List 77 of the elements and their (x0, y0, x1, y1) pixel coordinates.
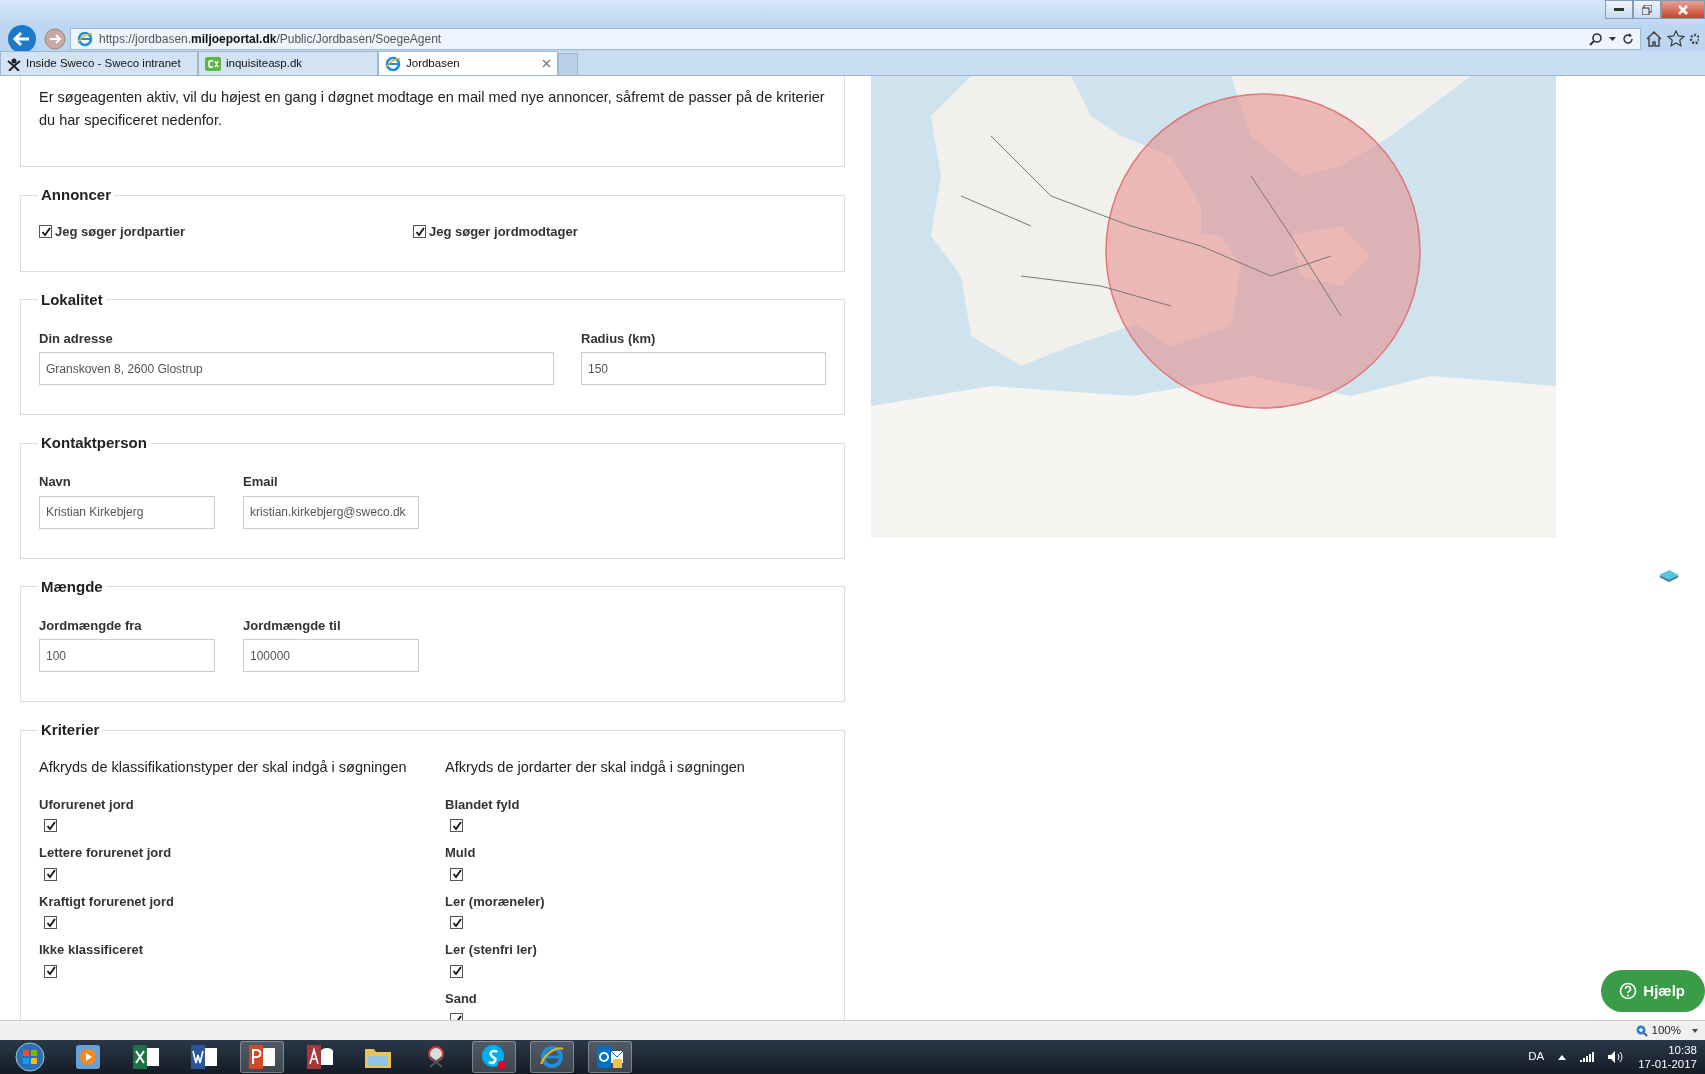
up-arrow-icon[interactable] (1558, 1054, 1567, 1060)
help-button[interactable]: Hjælp (1601, 970, 1705, 1012)
zoom-level[interactable]: 100% (1651, 1021, 1681, 1040)
field-label: Radius (km) (581, 329, 657, 348)
checkbox[interactable] (413, 225, 426, 239)
close-button[interactable] (1661, 0, 1705, 19)
search-icon[interactable] (1589, 32, 1603, 46)
question-icon (1619, 982, 1638, 1000)
field-label: Navn (39, 473, 72, 491)
instruction-text: Afkryds de klassifikationstyper der skal indgå i søgningen (39, 758, 408, 777)
section-title: Kriterier (40, 721, 101, 739)
page-icon (385, 55, 401, 72)
signal-icon[interactable] (1580, 1052, 1595, 1062)
section-title: Mængde (40, 577, 104, 596)
field-label: Jordmængde til (243, 616, 342, 635)
checkbox[interactable] (44, 964, 57, 978)
section-title: Kontaktperson (40, 434, 148, 452)
browser-tab[interactable]: Jordbasen (378, 51, 558, 75)
close-icon[interactable] (542, 59, 551, 68)
tab-site-icon (205, 56, 221, 71)
person-icon (7, 56, 21, 71)
section-title: Lokalitet (40, 290, 104, 309)
input-field[interactable]: 100000 (243, 639, 419, 672)
checkbox-label: Ikke klassificeret (39, 941, 145, 960)
restore-icon[interactable] (1642, 4, 1652, 15)
checkbox-label: Ler (stenfri ler) (445, 941, 538, 960)
volume-icon[interactable] (1608, 1051, 1625, 1063)
forward-button[interactable] (44, 28, 66, 50)
checkbox[interactable] (450, 964, 463, 978)
language-indicator[interactable]: DA (1528, 1048, 1545, 1066)
intro-text: Er søgeagenten aktiv, vil du højest en gang i døgnet modtage en mail med nye annoncer, såfremt de passer på de kriterier du har specificeret nedenfor. (39, 88, 826, 130)
browser-app-icon[interactable] (530, 1041, 574, 1073)
caret-icon[interactable] (1609, 37, 1616, 41)
instruction-text: Afkryds de jordarter der skal indgå i søgningen (445, 758, 746, 777)
checkbox[interactable] (450, 819, 463, 833)
home-icon[interactable] (1645, 30, 1663, 48)
layers-icon[interactable] (1657, 569, 1681, 585)
address-bar[interactable]: https://jordbasen.miljoeportal.dk/Public/Jordbasen/SoegeAgent (70, 28, 1641, 50)
page-icon (77, 31, 93, 47)
presentation-app-icon[interactable] (240, 1041, 284, 1073)
checkbox[interactable] (44, 867, 57, 881)
input-field[interactable]: 100 (39, 639, 215, 672)
checkbox-label: Kraftigt forurenet jord (39, 892, 176, 911)
input-field[interactable]: 150 (581, 352, 826, 385)
chat-app-icon[interactable] (472, 1041, 516, 1073)
browser-tab[interactable]: inquisiteasp.dk (198, 51, 378, 75)
zoom-icon[interactable] (1635, 1024, 1648, 1037)
field-label: Din adresse (39, 329, 114, 348)
minimize-icon[interactable] (1614, 7, 1624, 12)
checkbox[interactable] (450, 867, 463, 881)
checkbox-label: Jeg søger jordmodtager (429, 223, 578, 241)
refresh-icon[interactable] (1622, 33, 1634, 45)
checkbox-label: Jeg søger jordpartier (55, 223, 186, 241)
checkbox-label: Lettere forurenet jord (39, 844, 173, 863)
mail-app-icon[interactable] (588, 1041, 632, 1073)
clock-time[interactable]: 10:38 (1668, 1043, 1697, 1057)
minimize-button[interactable] (1605, 0, 1633, 19)
checkbox[interactable] (44, 819, 57, 833)
checkbox[interactable] (44, 916, 57, 930)
star-icon[interactable] (1667, 30, 1685, 48)
checkbox-label: Uforurenet jord (39, 795, 135, 814)
checkbox-label: Muld (445, 844, 477, 863)
field-label: Email (243, 473, 279, 491)
clock-date[interactable]: 17-01-2017 (1638, 1057, 1697, 1071)
input-field[interactable]: kristian.kirkebjerg@sweco.dk (243, 495, 419, 529)
checkbox-label: Sand (445, 989, 478, 1008)
checkbox-label: Blandet fyld (445, 795, 521, 814)
input-field[interactable]: Kristian Kirkebjerg (39, 495, 215, 529)
section-title: Annoncer (40, 186, 112, 204)
url-text: https://jordbasen.miljoeportal.dk/Public/Jordbasen/SoegeAgent (99, 31, 442, 48)
checkbox[interactable] (450, 916, 463, 930)
checkbox[interactable] (39, 225, 52, 239)
field-label: Jordmængde fra (39, 616, 143, 635)
checkbox-label: Ler (moræneler) (445, 892, 546, 911)
browser-tab[interactable]: Inside Sweco - Sweco intranet (0, 51, 198, 75)
input-field[interactable]: Granskoven 8, 2600 Glostrup (39, 352, 554, 385)
restore-button[interactable] (1633, 0, 1661, 19)
